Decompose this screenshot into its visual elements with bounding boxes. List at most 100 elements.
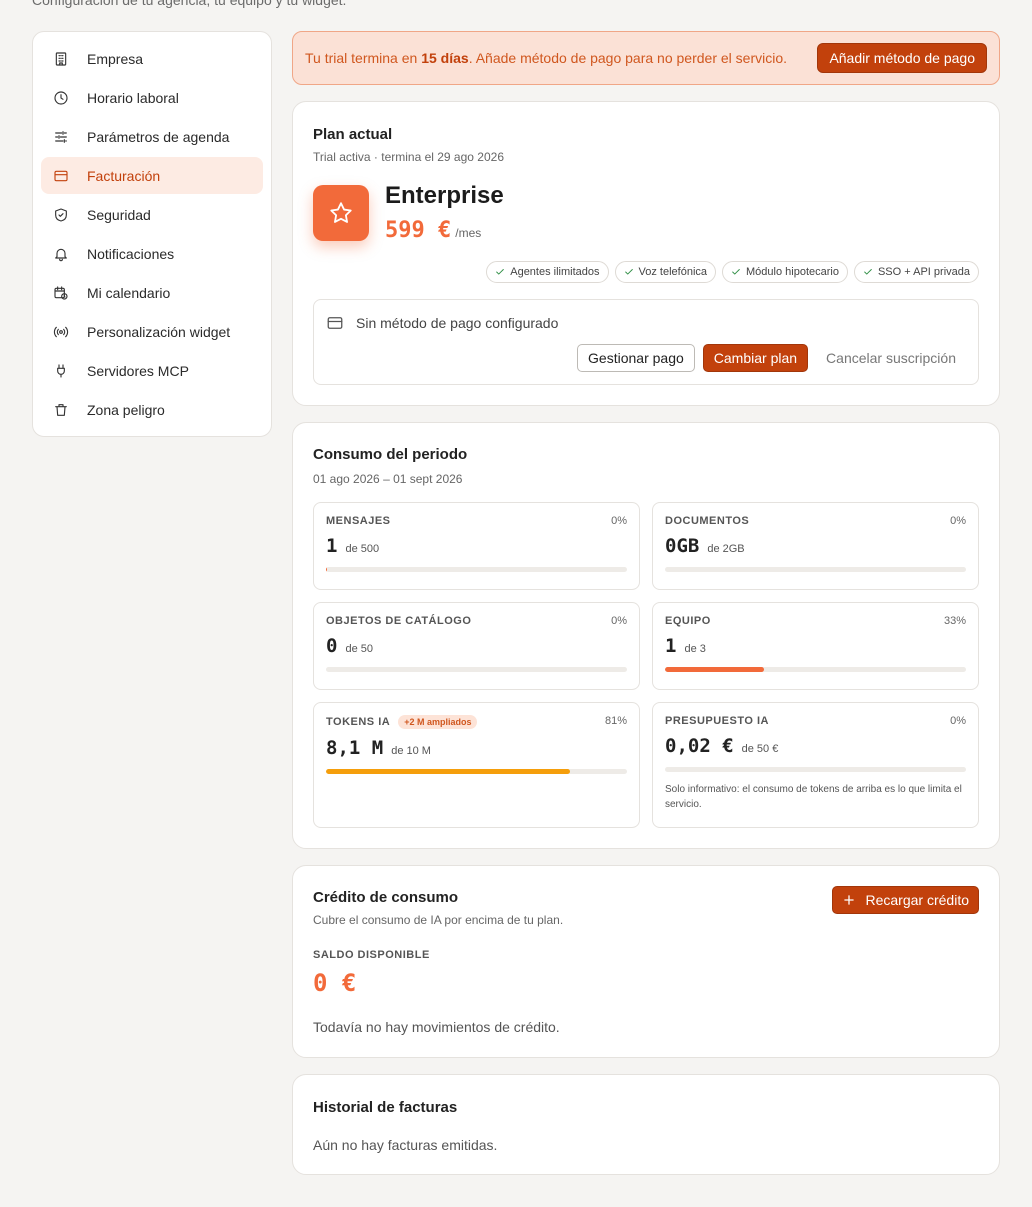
usage-range: 01 ago 2026 – 01 sept 2026 (313, 472, 463, 486)
sidebar-item-label: Zona peligro (87, 401, 165, 418)
usage-progress-bar (326, 567, 627, 572)
credit-subtitle: Cubre el consumo de IA por encima de tu … (313, 913, 564, 927)
plus-icon (843, 895, 854, 905)
usage-value: 0GB (665, 535, 700, 557)
settings-sidebar: Empresa Horario laboral Parámetros de ag… (32, 31, 272, 437)
usage-label: MENSAJES (326, 515, 391, 527)
usage-label: TOKENS IA (326, 716, 391, 728)
usage-card: Consumo del periodo 01 ago 2026 – 01 sep… (292, 422, 1000, 849)
sidebar-item-horario[interactable]: Horario laboral (41, 79, 263, 116)
sidebar-item-label: Horario laboral (87, 89, 179, 106)
check-icon (864, 269, 872, 275)
sidebar-item-label: Seguridad (87, 206, 151, 223)
plug-icon (53, 363, 69, 379)
usage-limit: de 50 (345, 643, 373, 655)
balance-label: SALDO DISPONIBLE (313, 949, 430, 961)
usage-tile-equipo: EQUIPO 33% 1 de 3 (652, 602, 979, 690)
calendar-clock-icon (53, 285, 69, 301)
extra-tokens-badge: +2 M ampliados (398, 715, 478, 729)
add-payment-method-button[interactable]: Añadir método de pago (817, 43, 987, 73)
sidebar-item-label: Mi calendario (87, 284, 171, 301)
trash-icon (53, 402, 69, 418)
credit-empty-message: Todavía no hay movimientos de crédito. (313, 1019, 560, 1035)
sidebar-item-notificaciones[interactable]: Notificaciones (41, 235, 263, 272)
usage-value: 1 (665, 635, 677, 657)
invoices-empty-message: Aún no hay facturas emitidas. (313, 1137, 498, 1153)
usage-percent: 81% (604, 715, 627, 727)
star-icon (313, 185, 369, 241)
sliders-icon (53, 129, 69, 145)
trial-banner: Tu trial termina en 15 días. Añade métod… (292, 31, 1000, 85)
feature-label: Agentes ilimitados (510, 266, 600, 278)
cancel-subscription-button[interactable]: Cancelar suscripción (816, 345, 966, 371)
feature-label: SSO + API privada (877, 266, 970, 278)
usage-tile-tokens: TOKENS IA +2 M ampliados 81% 8,1 M de 10 M (313, 702, 640, 828)
sidebar-item-calendario[interactable]: Mi calendario (41, 274, 263, 311)
usage-tile-catalogo: OBJETOS DE CATÁLOGO 0% 0 de 50 (313, 602, 640, 690)
usage-value: 0,02 € (665, 735, 734, 757)
sidebar-item-label: Parámetros de agenda (87, 128, 230, 145)
usage-percent: 33% (943, 615, 966, 627)
feature-badge: Módulo hipotecario (722, 261, 848, 283)
sidebar-item-empresa[interactable]: Empresa (41, 40, 263, 77)
usage-percent: 0% (950, 515, 966, 527)
sidebar-item-widget[interactable]: Personalización widget (41, 313, 263, 350)
sidebar-item-peligro[interactable]: Zona peligro (41, 391, 263, 428)
sidebar-item-seguridad[interactable]: Seguridad (41, 196, 263, 233)
recharge-credit-button[interactable]: Recargar crédito (831, 886, 979, 914)
usage-percent: 0% (950, 715, 966, 727)
credit-card: Crédito de consumo Cubre el consumo de I… (292, 865, 1000, 1058)
check-icon (732, 269, 740, 275)
invoices-card: Historial de facturas Aún no hay factura… (292, 1074, 1000, 1175)
usage-percent: 0% (611, 615, 627, 627)
building-icon (53, 51, 69, 67)
manage-payment-button[interactable]: Gestionar pago (577, 344, 695, 372)
shield-check-icon (53, 207, 69, 223)
banner-text-before: Tu trial termina en (305, 50, 422, 66)
usage-progress-fill (326, 769, 570, 774)
sidebar-item-label: Facturación (87, 167, 161, 184)
usage-progress-fill (665, 667, 765, 672)
usage-limit: de 50 € (741, 743, 779, 755)
banner-days: 15 días (421, 50, 469, 66)
credit-card-icon (327, 317, 343, 329)
usage-percent: 0% (611, 515, 627, 527)
balance-amount: 0 € (313, 969, 357, 997)
plan-features: Agentes ilimitados Voz telefónica Módulo… (486, 261, 979, 283)
sidebar-item-label: Empresa (87, 50, 144, 67)
usage-title: Consumo del periodo (313, 446, 468, 463)
usage-limit: de 3 (684, 643, 706, 655)
feature-badge: SSO + API privada (853, 261, 979, 283)
plan-card: Plan actual Trial activa · termina el 29… (292, 101, 1000, 406)
usage-progress-fill (326, 567, 327, 572)
payment-method-box: Sin método de pago configurado Gestionar… (313, 299, 979, 385)
check-icon (496, 269, 505, 275)
bell-icon (53, 246, 69, 262)
feature-label: Módulo hipotecario (746, 266, 839, 278)
feature-badge: Agentes ilimitados (486, 261, 609, 283)
sidebar-item-mcp[interactable]: Servidores MCP (41, 352, 263, 389)
payment-status: Sin método de pago configurado (356, 315, 559, 331)
plan-status: Trial activa · termina el 29 ago 2026 (313, 150, 504, 164)
usage-value: 0 (326, 635, 338, 657)
usage-label: OBJETOS DE CATÁLOGO (326, 615, 472, 627)
banner-text: Tu trial termina en 15 días. Añade métod… (305, 50, 787, 66)
usage-progress-bar (665, 567, 966, 572)
sidebar-item-parametros[interactable]: Parámetros de agenda (41, 118, 263, 155)
recharge-credit-label: Recargar crédito (865, 892, 970, 908)
usage-progress-bar (665, 767, 966, 772)
usage-tile-presupuesto: PRESUPUESTO IA 0% 0,02 € de 50 € Solo info… (652, 702, 979, 828)
plan-price-row: 599 €/mes (385, 218, 481, 243)
change-plan-button[interactable]: Cambiar plan (702, 344, 809, 372)
sidebar-item-facturacion[interactable]: Facturación (41, 157, 263, 194)
check-icon (624, 269, 633, 275)
usage-label: EQUIPO (665, 615, 711, 627)
usage-tile-documentos: DOCUMENTOS 0% 0GB de 2GB (652, 502, 979, 590)
radio-icon (53, 324, 69, 340)
credit-title: Crédito de consumo (313, 889, 459, 906)
sidebar-item-label: Personalización widget (87, 323, 231, 340)
usage-limit: de 2GB (707, 543, 745, 555)
page-subtitle: Configuración de tu agencia, tu equipo y… (32, 0, 347, 8)
usage-value: 1 (326, 535, 338, 557)
plan-card-title: Plan actual (313, 126, 393, 143)
